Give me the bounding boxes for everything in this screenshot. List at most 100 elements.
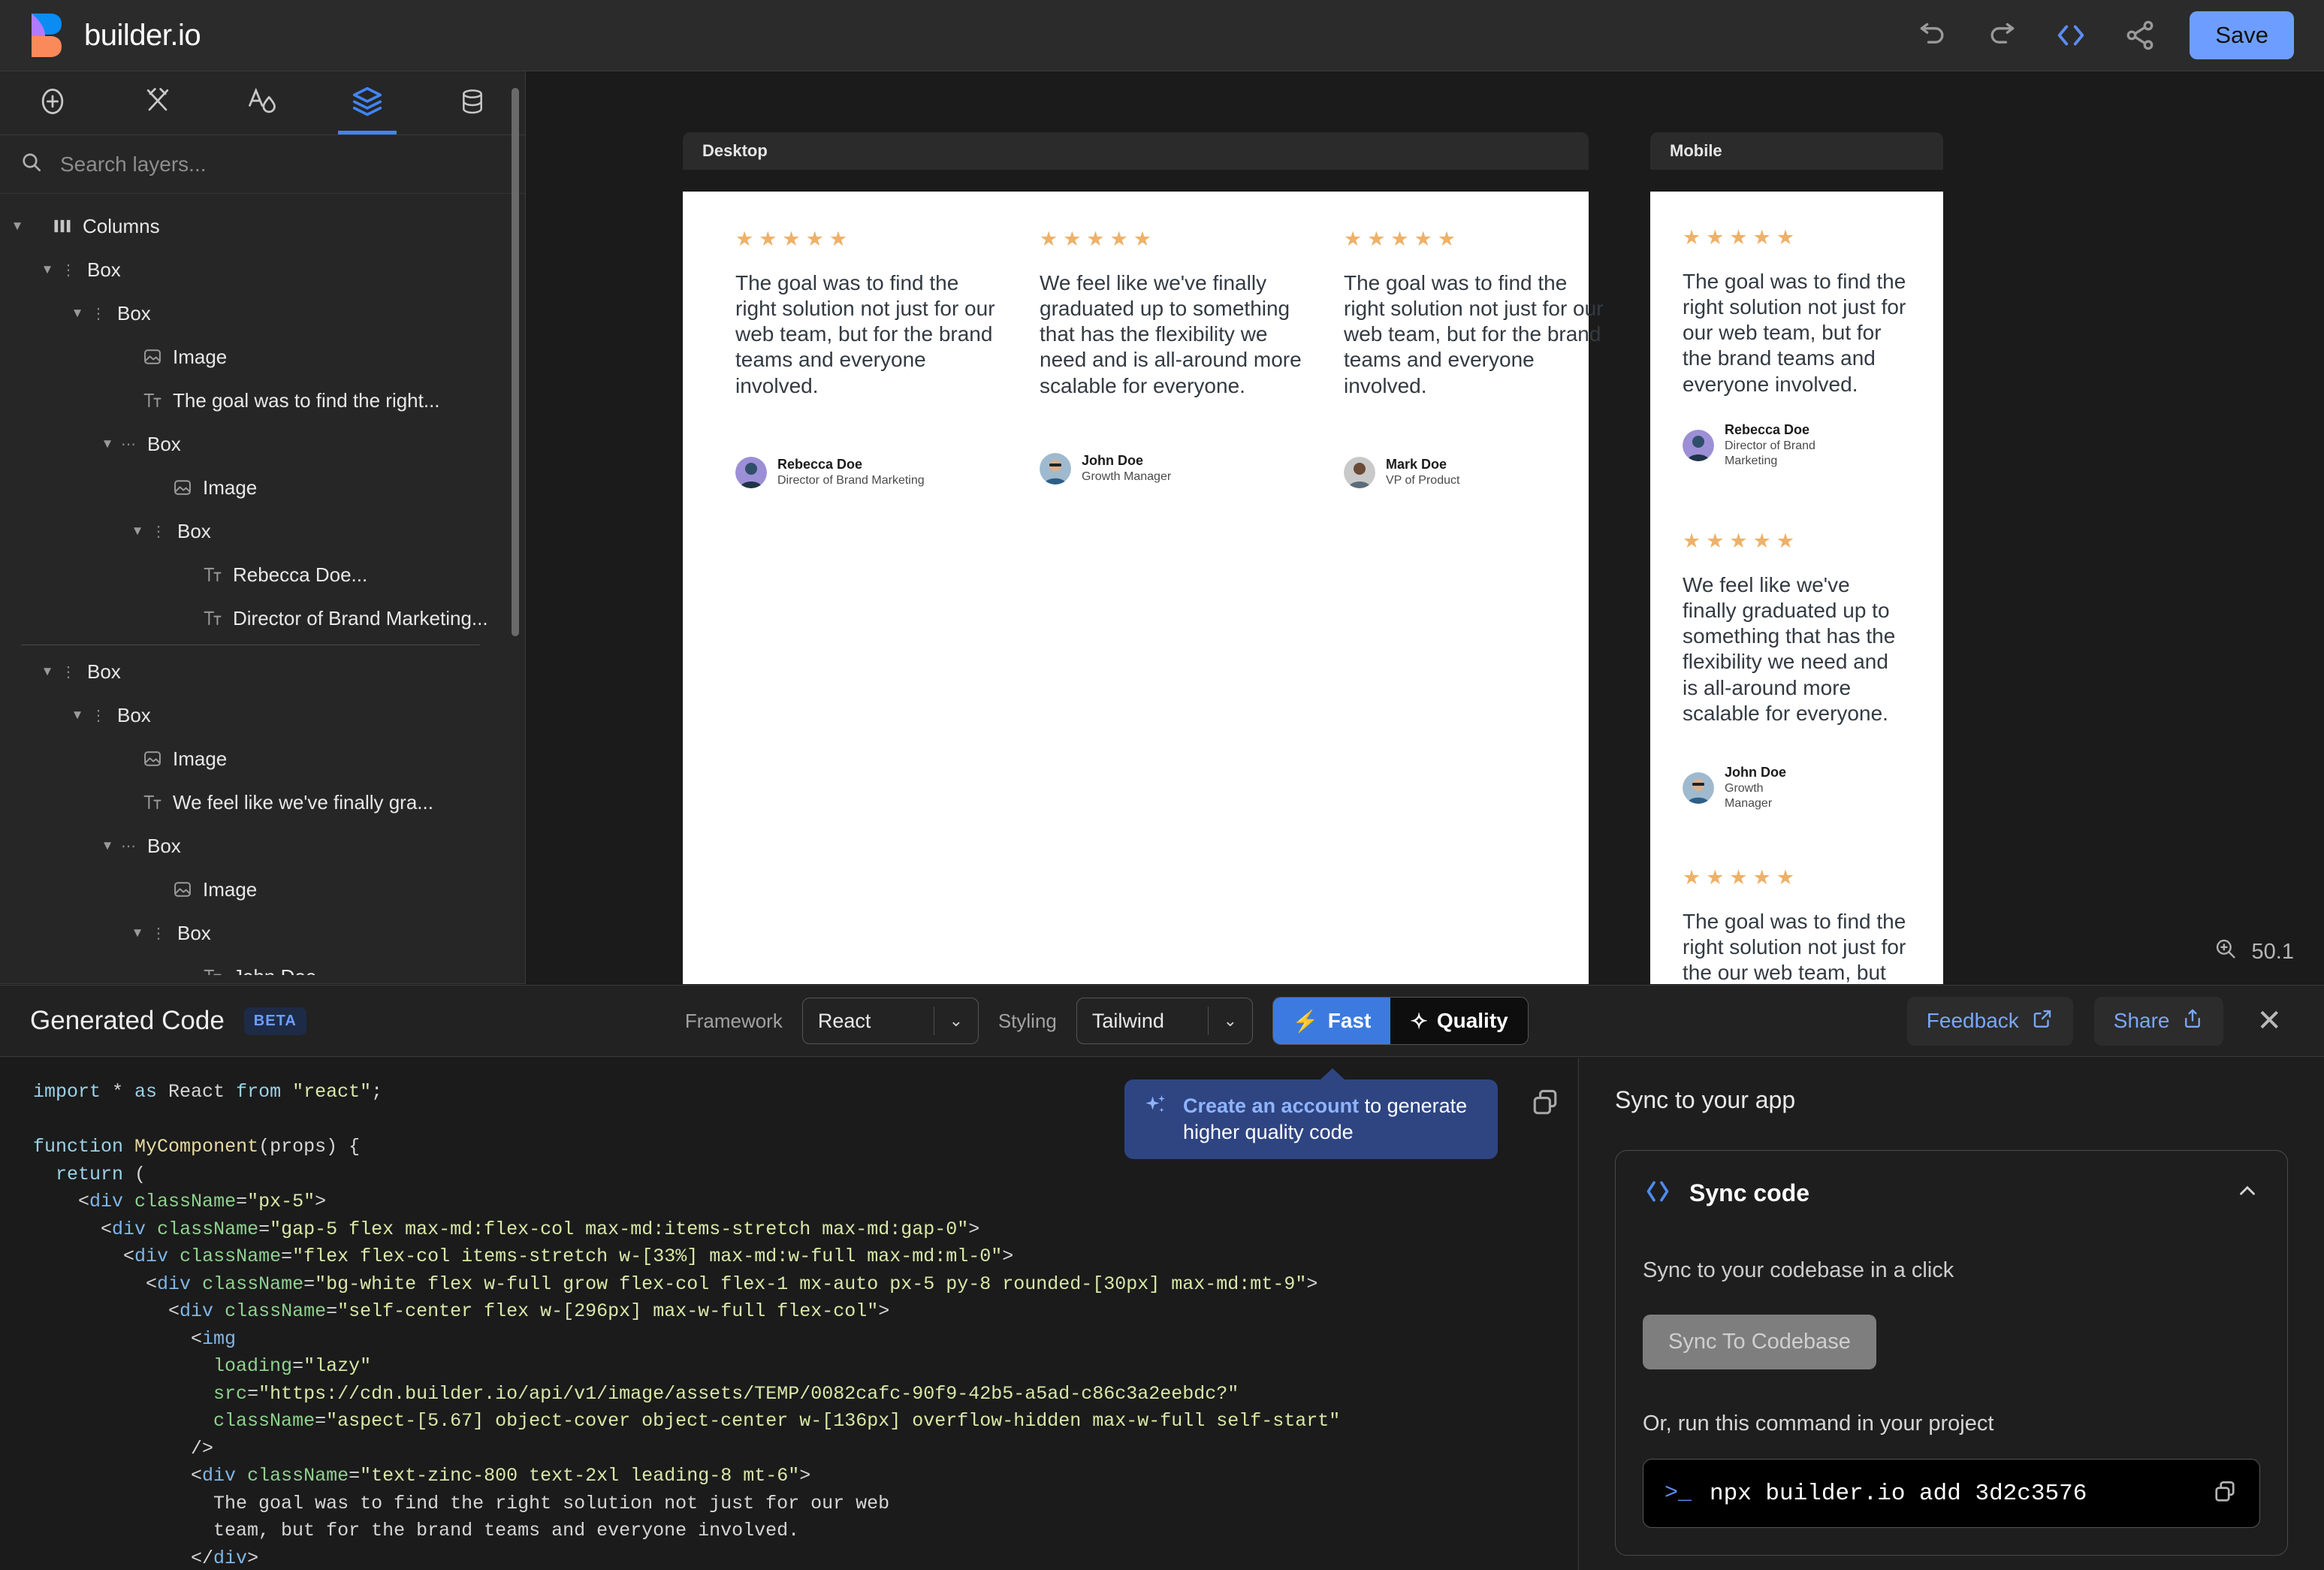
tree-caret-icon[interactable]: ▼ — [98, 436, 117, 451]
device-tab-mobile[interactable]: Mobile — [1650, 132, 1943, 170]
testimonial-card[interactable]: ★★★★★ We feel like we've finally graduat… — [1683, 531, 1908, 810]
mode-fast-button[interactable]: ⚡ Fast — [1272, 998, 1391, 1044]
tree-handle-icon[interactable]: ⋮ — [147, 522, 170, 541]
tree-row[interactable]: We feel like we've finally gra... — [0, 780, 525, 824]
share-icon[interactable] — [2120, 16, 2160, 55]
tree-row[interactable]: Image — [0, 466, 525, 509]
tree-row-label: Box — [147, 432, 181, 455]
code-brackets-icon[interactable] — [2051, 16, 2090, 55]
brand-name: builder.io — [84, 18, 201, 52]
tree-handle-icon[interactable]: ⋮ — [87, 706, 110, 725]
testimonial-card[interactable]: ★★★★★ We feel like we've finally graduat… — [1040, 229, 1302, 485]
mode-quality-button[interactable]: ✧ Quality — [1390, 998, 1527, 1044]
top-bar-actions: Save — [1913, 11, 2294, 59]
testimonial-card[interactable]: ★★★★★ The goal was to find the right sol… — [1683, 228, 1908, 467]
tab-layers[interactable] — [315, 71, 420, 134]
tree-row-label: Director of Brand Marketing... — [233, 606, 488, 630]
create-account-callout[interactable]: Create an account to generate higher qua… — [1124, 1067, 1498, 1160]
code-line: <div className="flex flex-col items-stre… — [33, 1245, 1014, 1267]
testimonial-quote: We feel like we've finally graduated up … — [1683, 573, 1896, 725]
tree-row[interactable]: ▼ Columns — [0, 204, 525, 248]
tree-row[interactable]: ▼ ⋮ Box — [0, 248, 525, 291]
tree-caret-icon[interactable]: ▼ — [128, 925, 147, 940]
sync-code-card-header[interactable]: Sync code — [1643, 1176, 2260, 1210]
close-icon[interactable]: ✕ — [2244, 1004, 2294, 1038]
tree-row[interactable]: Image — [0, 335, 525, 379]
star-rating: ★★★★★ — [1683, 866, 1800, 889]
undo-icon[interactable] — [1913, 16, 1952, 55]
chevron-up-icon[interactable] — [2235, 1178, 2260, 1209]
tree-handle-icon[interactable]: ⋮ — [57, 663, 80, 681]
redo-icon[interactable] — [1982, 16, 2021, 55]
panel-title: Generated Code — [30, 1006, 225, 1035]
tree-row[interactable]: Director of Brand Marketing... — [0, 596, 525, 640]
share-upload-icon — [2181, 1007, 2204, 1035]
tree-row[interactable]: ▼ ⋮ Box — [0, 509, 525, 553]
sync-to-codebase-button[interactable]: Sync To Codebase — [1643, 1315, 1876, 1369]
tree-handle-icon[interactable]: ⋯ — [117, 435, 140, 454]
tab-insert[interactable] — [0, 71, 105, 134]
tree-row[interactable]: ▼ ⋯ Box — [0, 824, 525, 868]
layers-scrollbar[interactable] — [512, 88, 519, 636]
tree-caret-icon[interactable]: ▼ — [128, 524, 147, 539]
tree-caret-icon[interactable]: ▼ — [98, 838, 117, 853]
tree-row[interactable]: Image — [0, 868, 525, 911]
tree-handle-icon[interactable]: ⋯ — [117, 837, 140, 856]
generated-code-toolbar: Generated Code BETA Framework React ⌄ St… — [0, 986, 2324, 1057]
tab-data[interactable] — [420, 71, 525, 134]
share-label: Share — [2113, 1009, 2170, 1032]
testimonial-card[interactable]: ★★★★★ The goal was to find the right sol… — [1683, 866, 1908, 985]
styling-select[interactable]: Tailwind ⌄ — [1076, 998, 1253, 1044]
save-button[interactable]: Save — [2190, 11, 2294, 59]
search-input[interactable]: Search layers... — [60, 152, 207, 177]
scissors-icon — [141, 85, 174, 122]
tree-row-label: Image — [173, 345, 228, 368]
tree-caret-icon[interactable]: ▼ — [38, 664, 57, 679]
tab-theme[interactable] — [210, 71, 315, 134]
tree-caret-icon[interactable]: ▼ — [68, 306, 87, 321]
framework-label: Framework — [684, 1009, 783, 1032]
copy-code-icon[interactable] — [1529, 1086, 1562, 1123]
text-icon — [140, 390, 165, 411]
tree-row[interactable]: The goal was to find the right... — [0, 379, 525, 422]
testimonial-quote: We feel like we've finally graduated up … — [1040, 271, 1302, 397]
tree-caret-icon[interactable]: ▼ — [68, 708, 87, 723]
tree-handle-icon[interactable]: ⋮ — [87, 304, 110, 323]
tree-row[interactable]: Image — [0, 737, 525, 780]
feedback-button[interactable]: Feedback — [1906, 996, 2073, 1046]
brand-logo[interactable]: builder.io — [29, 12, 201, 59]
device-tab-desktop[interactable]: Desktop — [683, 132, 1589, 170]
copy-icon[interactable] — [2211, 1478, 2238, 1509]
code-line: The goal was to find the right solution … — [33, 1492, 890, 1514]
tree-caret-icon[interactable]: ▼ — [8, 219, 27, 234]
tree-row[interactable]: ▼ ⋮ Box — [0, 911, 525, 955]
tree-row[interactable]: ▼ ⋯ Box — [0, 422, 525, 466]
tree-caret-icon[interactable]: ▼ — [38, 262, 57, 277]
testimonial-author: John Doe Growth Manager — [1040, 452, 1171, 485]
testimonial-card[interactable]: ★★★★★ The goal was to find the right sol… — [735, 229, 998, 488]
testimonial-author: Mark Doe VP of Product — [1344, 456, 1459, 488]
tree-handle-icon[interactable]: ⋮ — [147, 924, 170, 943]
terminal-command-box[interactable]: >_ npx builder.io add 3d2c3576 — [1643, 1459, 2260, 1528]
zoom-indicator[interactable]: 50.1 — [2213, 936, 2294, 968]
tree-row-label: Image — [173, 747, 228, 770]
tree-handle-icon[interactable]: ⋮ — [57, 261, 80, 279]
testimonial-card[interactable]: ★★★★★ The goal was to find the right sol… — [1344, 229, 1607, 488]
share-button[interactable]: Share — [2093, 996, 2224, 1046]
code-line: <div className="text-zinc-800 text-2xl l… — [33, 1465, 811, 1487]
testimonial-quote: The goal was to find the right solution … — [1683, 910, 1906, 984]
tree-row[interactable]: ▼ ⋮ Box — [0, 650, 525, 693]
tree-row[interactable]: Rebecca Doe... — [0, 553, 525, 596]
avatar — [1344, 456, 1375, 488]
callout-link[interactable]: Create an account — [1183, 1094, 1359, 1117]
code-line: <div className="px-5"> — [33, 1191, 327, 1212]
tree-row[interactable]: ▼ ⋮ Box — [0, 693, 525, 737]
panel-actions: Feedback Share ✕ — [1906, 996, 2294, 1046]
top-bar: builder.io Save — [0, 0, 2324, 71]
framework-select[interactable]: React ⌄ — [801, 998, 979, 1044]
search-layers-row[interactable]: Search layers... — [0, 135, 525, 194]
tree-row[interactable]: ▼ ⋮ Box — [0, 291, 525, 335]
styling-label: Styling — [998, 1009, 1057, 1032]
tab-design[interactable] — [105, 71, 210, 134]
tree-row[interactable]: John Doe... — [0, 955, 525, 975]
